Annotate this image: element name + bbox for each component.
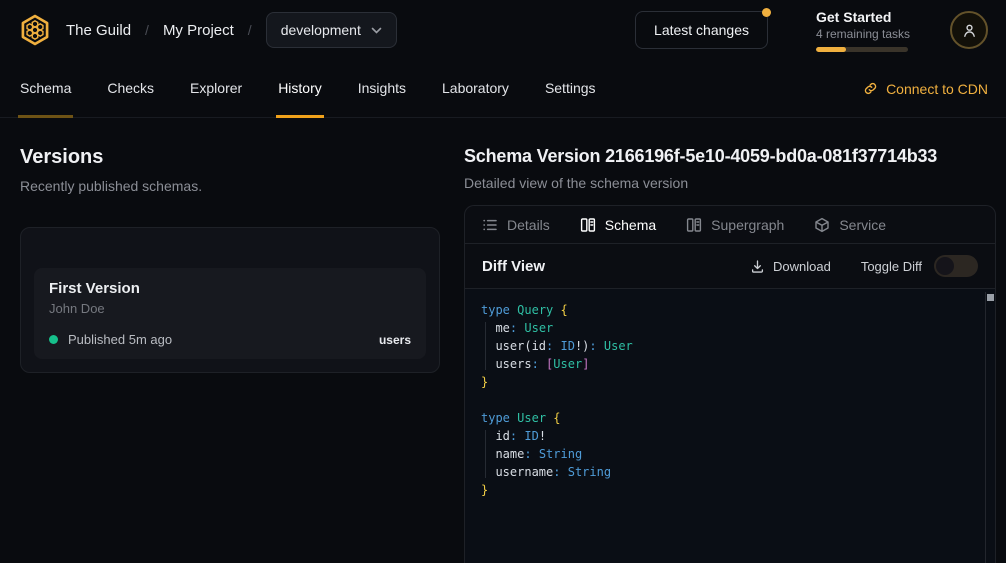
code-line: type Query {: [481, 301, 977, 319]
detail-card: Details Schema: [464, 205, 996, 563]
toggle-knob: [936, 257, 954, 275]
code-scrollbar[interactable]: [985, 292, 995, 563]
user-avatar[interactable]: [950, 11, 988, 49]
connect-to-cdn-label: Connect to CDN: [886, 81, 988, 97]
detail-tab-label: Details: [507, 217, 550, 233]
hive-logo-icon[interactable]: [18, 13, 52, 47]
environment-selector[interactable]: development: [266, 12, 397, 48]
nav-tab-settings[interactable]: Settings: [543, 60, 598, 118]
breadcrumb-separator: /: [248, 22, 252, 38]
detail-tab-supergraph[interactable]: Supergraph: [686, 217, 784, 233]
nav-tab-checks[interactable]: Checks: [105, 60, 156, 118]
detail-tab-schema[interactable]: Schema: [580, 217, 656, 233]
code-line: users: [User]: [481, 355, 977, 373]
detail-tabs: Details Schema: [465, 206, 995, 244]
service-badge: users: [379, 333, 411, 347]
version-detail-subtitle: Detailed view of the schema version: [464, 175, 996, 191]
get-started-progress-fill: [816, 47, 846, 52]
code-line: }: [481, 373, 977, 391]
get-started-title: Get Started: [816, 9, 908, 25]
list-icon: [482, 217, 498, 233]
version-meta-row: Published 5m ago users: [49, 332, 411, 347]
latest-changes-label: Latest changes: [654, 22, 749, 38]
person-icon: [961, 22, 978, 39]
version-detail-title: Schema Version 2166196f-5e10-4059-bd0a-0…: [464, 146, 996, 167]
versions-card: First Version John Doe Published 5m ago …: [20, 227, 440, 373]
nav-tab-explorer[interactable]: Explorer: [188, 60, 244, 118]
version-name: First Version: [49, 280, 411, 297]
code-line: }: [481, 481, 977, 499]
columns-icon: [686, 217, 702, 233]
notification-dot: [762, 8, 771, 17]
nav-tab-schema[interactable]: Schema: [18, 60, 73, 118]
download-button[interactable]: Download: [750, 259, 831, 274]
diff-toolbar-actions: Download Toggle Diff: [750, 255, 978, 277]
schema-code-area[interactable]: type Query { me: User user(id: ID!): Use…: [465, 289, 995, 563]
breadcrumb-org[interactable]: The Guild: [66, 22, 131, 39]
breadcrumb-project[interactable]: My Project: [163, 22, 234, 39]
version-detail-panel: Schema Version 2166196f-5e10-4059-bd0a-0…: [464, 136, 996, 563]
code-scrollbar-thumb[interactable]: [987, 294, 994, 301]
nav-right: Connect to CDN: [863, 60, 988, 117]
code-line: id: ID!: [481, 427, 977, 445]
code-line: user(id: ID!): User: [481, 337, 977, 355]
get-started-widget[interactable]: Get Started 4 remaining tasks: [816, 9, 908, 52]
diff-toolbar: Diff View Download Toggle Diff: [465, 244, 995, 289]
environment-selector-value: development: [281, 22, 361, 38]
columns-icon: [580, 217, 596, 233]
detail-tab-details[interactable]: Details: [482, 217, 550, 233]
version-list-item[interactable]: First Version John Doe Published 5m ago …: [34, 268, 426, 359]
indent-guide: [485, 430, 486, 478]
app-root: The Guild / My Project / development Lat…: [0, 0, 1006, 563]
download-label: Download: [773, 259, 831, 274]
published-status-dot: [49, 335, 58, 344]
versions-title: Versions: [20, 146, 440, 169]
versions-subtitle: Recently published schemas.: [20, 178, 440, 194]
code-line: [481, 391, 977, 409]
version-status: Published 5m ago: [68, 332, 172, 347]
cube-icon: [814, 217, 830, 233]
versions-panel: Versions Recently published schemas. Fir…: [20, 136, 440, 563]
get-started-progress-bar: [816, 47, 908, 52]
code-block: type Query { me: User user(id: ID!): Use…: [481, 301, 977, 499]
main-content: Versions Recently published schemas. Fir…: [0, 118, 1006, 563]
code-line: type User {: [481, 409, 977, 427]
chevron-down-icon: [371, 27, 382, 34]
diff-view-title: Diff View: [482, 258, 545, 275]
download-icon: [750, 259, 765, 274]
latest-changes-button[interactable]: Latest changes: [635, 11, 768, 49]
get-started-subtitle: 4 remaining tasks: [816, 27, 908, 41]
code-line: name: String: [481, 445, 977, 463]
code-line: username: String: [481, 463, 977, 481]
detail-tab-label: Schema: [605, 217, 656, 233]
header: The Guild / My Project / development Lat…: [0, 0, 1006, 60]
detail-tab-label: Service: [839, 217, 886, 233]
nav-tab-history[interactable]: History: [276, 60, 324, 118]
toggle-diff-label: Toggle Diff: [861, 259, 922, 274]
breadcrumb-separator: /: [145, 22, 149, 38]
code-line: me: User: [481, 319, 977, 337]
indent-guide: [485, 322, 486, 370]
nav-tab-laboratory[interactable]: Laboratory: [440, 60, 511, 118]
toggle-diff-switch[interactable]: [934, 255, 978, 277]
primary-nav: Schema Checks Explorer History Insights …: [0, 60, 1006, 118]
nav-tab-insights[interactable]: Insights: [356, 60, 408, 118]
version-author: John Doe: [49, 301, 411, 316]
detail-tab-label: Supergraph: [711, 217, 784, 233]
detail-tab-service[interactable]: Service: [814, 217, 886, 233]
link-icon: [863, 81, 878, 96]
connect-to-cdn-link[interactable]: Connect to CDN: [863, 81, 988, 97]
